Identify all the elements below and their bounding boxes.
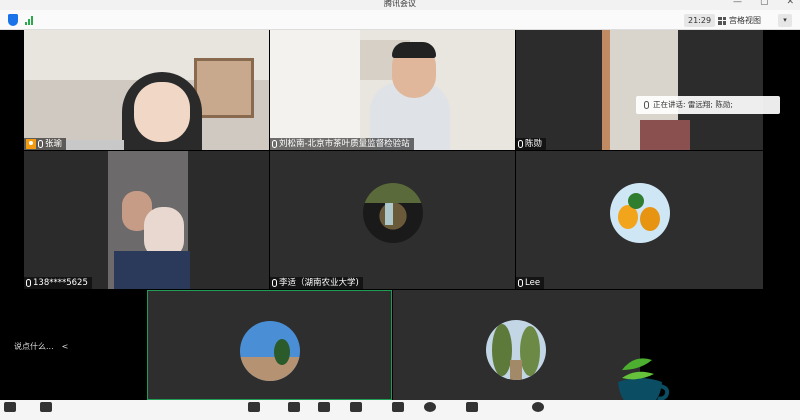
add-user-icon	[318, 402, 330, 412]
record-button[interactable]	[420, 402, 440, 418]
shield-icon[interactable]	[8, 14, 18, 26]
microphone-icon	[4, 402, 16, 412]
record-icon	[424, 402, 436, 412]
minimize-icon[interactable]: —	[733, 0, 742, 7]
participant-name: 张瑜	[45, 139, 63, 149]
mic-muted-icon	[26, 279, 31, 287]
person-sweater	[640, 120, 690, 150]
door-frame	[602, 30, 610, 150]
view-label: 宫格视图	[729, 16, 761, 25]
mic-muted-icon	[518, 279, 523, 287]
avatar	[240, 321, 300, 381]
name-tag: 138****5625	[24, 277, 92, 289]
mic-muted-icon	[272, 279, 277, 287]
participant-name: Lee	[525, 278, 541, 288]
mic-icon	[38, 140, 43, 148]
video-tile-chenxun[interactable]: 陈勋	[516, 30, 763, 150]
avatar	[486, 320, 546, 380]
mute-button[interactable]	[0, 402, 20, 418]
view-dropdown-button[interactable]: ▾	[778, 14, 792, 27]
person-hair	[392, 42, 436, 58]
building	[240, 357, 300, 381]
tree-left	[492, 324, 512, 376]
signal-icon[interactable]	[25, 15, 35, 25]
video-tile-zhangyu[interactable]: 张瑜	[24, 30, 269, 150]
speaking-text: 正在讲话: 雷远翔; 陈勋;	[653, 100, 733, 109]
gear-icon	[532, 402, 544, 412]
participant-name: 138****5625	[33, 278, 88, 288]
share-screen-button[interactable]	[244, 402, 264, 418]
mic-muted-icon	[518, 140, 523, 148]
video-tile-lishi[interactable]: 李适（湖南农业大学)	[270, 151, 515, 289]
participant-name: 陈勋	[525, 139, 543, 149]
avatar	[363, 183, 423, 243]
speaking-indicator: 正在讲话: 雷远翔; 陈勋;	[636, 96, 780, 114]
foliage	[363, 183, 423, 203]
window-titlebar: 腾讯会议 — ▢ ✕	[0, 0, 800, 10]
apps-icon	[466, 402, 478, 412]
leaf	[628, 193, 644, 209]
video-button[interactable]	[36, 402, 56, 418]
meeting-timer: 21:29	[684, 14, 716, 27]
chat-icon	[392, 402, 404, 412]
chat-input[interactable]: 说点什么...	[14, 341, 54, 352]
name-tag: 刘松南-北京市茶叶质量监督检验站	[270, 138, 414, 150]
invite-button[interactable]	[314, 402, 334, 418]
participant-name: 李适（湖南农业大学)	[279, 278, 359, 288]
path	[510, 360, 522, 380]
members-icon	[350, 402, 362, 412]
leaf-bottom	[622, 371, 654, 380]
name-tag: 陈勋	[516, 138, 547, 150]
wall-left	[270, 30, 360, 150]
name-tag: Lee	[516, 277, 545, 289]
settings-button[interactable]	[528, 402, 548, 418]
name-tag: 张瑜	[24, 138, 67, 150]
collapse-chevron-icon[interactable]: <	[62, 342, 69, 351]
camera-icon	[40, 402, 52, 412]
avatar	[610, 183, 670, 243]
desk-item	[64, 140, 124, 150]
person-clothes	[114, 251, 190, 289]
security-button[interactable]	[284, 402, 304, 418]
fruit-2	[640, 207, 660, 231]
meeting-topbar: 21:29 宫格视图 ▾	[0, 10, 800, 30]
share-screen-icon	[248, 402, 260, 412]
video-tile-row3-left[interactable]	[147, 290, 392, 400]
video-tile-row3-right[interactable]	[393, 290, 640, 400]
leaf-top	[622, 358, 652, 370]
palm-tree	[274, 339, 290, 365]
maximize-icon[interactable]: ▢	[760, 0, 769, 7]
app-title: 腾讯会议	[384, 0, 416, 8]
chat-bar: 说点什么... <	[14, 337, 68, 355]
participant-name: 刘松南-北京市茶叶质量监督检验站	[279, 139, 410, 149]
lock-icon	[288, 402, 300, 412]
person-face	[134, 82, 190, 142]
window-controls: — ▢ ✕	[733, 0, 794, 7]
chat-button[interactable]	[388, 402, 408, 418]
video-tile-liusongnan[interactable]: 刘松南-北京市茶叶质量监督检验站	[270, 30, 515, 150]
apps-button[interactable]	[462, 402, 482, 418]
host-icon	[26, 139, 36, 149]
mic-icon	[644, 101, 649, 109]
members-button[interactable]	[346, 402, 366, 418]
video-tile-138[interactable]: 138****5625	[24, 151, 269, 289]
grid-icon	[718, 16, 726, 25]
grid-view-button[interactable]: 宫格视图	[718, 14, 761, 27]
tree-right	[520, 326, 540, 376]
video-tile-lee[interactable]: Lee	[516, 151, 763, 289]
close-icon[interactable]: ✕	[786, 0, 794, 7]
window-frame	[194, 58, 254, 118]
meeting-bottom-toolbar	[0, 400, 800, 420]
mic-muted-icon	[272, 140, 277, 148]
name-tag: 李适（湖南农业大学)	[270, 277, 363, 289]
